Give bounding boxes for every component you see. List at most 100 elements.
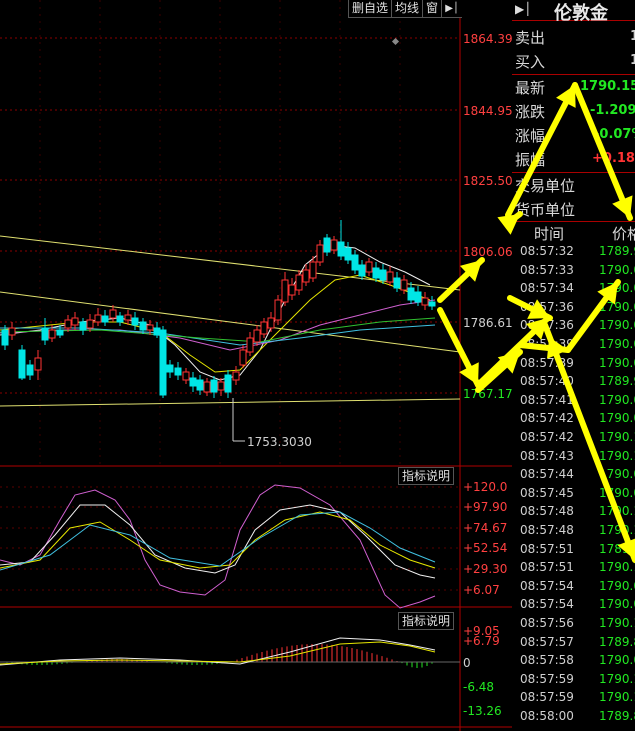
candle-body bbox=[26, 364, 34, 376]
indicator-help-button[interactable]: 指标说明 bbox=[398, 467, 455, 485]
tick-time: 08:57:56 bbox=[520, 616, 574, 630]
candle-body bbox=[166, 364, 174, 373]
tick-time: 08:57:32 bbox=[520, 244, 574, 258]
candle-body bbox=[393, 277, 401, 289]
tick-row: 08:57:36 1790.0 bbox=[512, 300, 635, 318]
tick-time: 08:57:57 bbox=[520, 634, 574, 649]
tick-row: 08:57:48 1790.1 bbox=[512, 523, 635, 541]
candle-body bbox=[330, 239, 338, 251]
tick-time: 08:58:00 bbox=[520, 709, 574, 723]
candle-body bbox=[159, 329, 167, 396]
candle-body bbox=[48, 329, 56, 339]
candle-body bbox=[386, 271, 394, 283]
tick-price: 1790.0 bbox=[599, 318, 635, 333]
tick-row: 08:57:32 1789.9 bbox=[512, 244, 635, 262]
candle-body bbox=[288, 284, 296, 296]
play-icon[interactable]: ▶│ bbox=[515, 2, 531, 16]
candle-body bbox=[414, 291, 422, 303]
candle-body bbox=[116, 315, 124, 323]
candle-body bbox=[281, 279, 289, 303]
macd-axis-label: -6.48 bbox=[463, 680, 495, 694]
candle-body bbox=[203, 381, 211, 393]
tick-time: 08:57:34 bbox=[520, 281, 574, 296]
delete-favorite-button[interactable]: 删自选 bbox=[348, 0, 392, 18]
last-price-label: 最新 bbox=[515, 79, 546, 97]
tick-price: 1790.1 bbox=[599, 690, 635, 705]
price-column-header: 价格 bbox=[612, 225, 635, 243]
tick-row: 08:57:54 1790.0 bbox=[512, 597, 635, 615]
tick-price: 1790.0 bbox=[599, 411, 635, 426]
moving-average-button[interactable]: 均线 bbox=[391, 0, 423, 18]
candle-body bbox=[274, 299, 282, 321]
tick-time: 08:57:44 bbox=[520, 467, 574, 482]
tick-time: 08:57:48 bbox=[520, 523, 574, 537]
tick-price: 1790.0 bbox=[599, 578, 635, 593]
tick-price: 1790.1 bbox=[599, 448, 635, 463]
window-button[interactable]: 窗 bbox=[422, 0, 442, 18]
tick-price: 1790.0 bbox=[599, 467, 635, 482]
tick-row: 08:57:59 1790.1 bbox=[512, 672, 635, 690]
macd-axis-label: +6.79 bbox=[463, 634, 500, 648]
tick-price: 1790.0 bbox=[599, 337, 635, 351]
tick-price: 1790.1 bbox=[599, 504, 635, 519]
tick-price: 1790.1 bbox=[599, 616, 635, 630]
candle-body bbox=[421, 297, 429, 306]
tick-row: 08:57:57 1789.8 bbox=[512, 635, 635, 653]
play-icon[interactable]: ▶│ bbox=[441, 0, 463, 18]
candle-body bbox=[217, 381, 225, 391]
tick-time: 08:57:59 bbox=[520, 690, 574, 705]
indicator-axis-label: +97.90 bbox=[463, 500, 508, 514]
sell-value: 1 bbox=[630, 29, 635, 44]
candle-body bbox=[153, 327, 161, 336]
candle-body bbox=[302, 269, 310, 283]
candle-body bbox=[344, 247, 352, 261]
tick-row: 08:57:39 1790.0 bbox=[512, 337, 635, 355]
tick-time: 08:57:51 bbox=[520, 560, 574, 575]
candle-body bbox=[196, 379, 204, 391]
tick-price: 1790.0 bbox=[599, 597, 635, 612]
candle-body bbox=[295, 274, 303, 291]
tick-time: 08:57:42 bbox=[520, 411, 574, 426]
tick-row: 08:57:45 1790.0 bbox=[512, 486, 635, 504]
indicator-axis-label: +6.07 bbox=[463, 583, 500, 597]
tick-row: 08:57:33 1790.0 bbox=[512, 263, 635, 281]
candle-body bbox=[351, 254, 359, 271]
candle-body bbox=[224, 374, 232, 393]
buy-value: 1 bbox=[630, 53, 635, 68]
indicator-help-button[interactable]: 指标说明 bbox=[398, 612, 455, 630]
tick-row: 08:57:59 1790.1 bbox=[512, 690, 635, 708]
candle-body bbox=[41, 327, 49, 341]
tick-time: 08:57:42 bbox=[520, 430, 574, 444]
candle-body bbox=[239, 349, 247, 366]
tick-price: 1790.1 bbox=[599, 430, 635, 444]
tick-price: 1790.1 bbox=[599, 671, 635, 686]
indicator-axis-label: +52.54 bbox=[463, 541, 508, 555]
candle-body bbox=[86, 319, 94, 329]
candle-body bbox=[372, 267, 380, 279]
tick-row: 08:57:42 1790.1 bbox=[512, 430, 635, 448]
candle-body bbox=[316, 244, 324, 263]
candle-body bbox=[323, 237, 331, 253]
tick-row: 08:57:42 1790.0 bbox=[512, 411, 635, 429]
amplitude-value: +0.18% bbox=[592, 151, 635, 166]
change-percent-label: 涨幅 bbox=[515, 127, 546, 145]
tick-time: 08:57:40 bbox=[520, 374, 574, 389]
candle-body bbox=[337, 241, 345, 257]
candle-body bbox=[64, 319, 72, 329]
tick-row: 08:57:44 1790.0 bbox=[512, 467, 635, 485]
time-column-header: 时间 bbox=[534, 225, 565, 243]
support-line bbox=[0, 398, 461, 407]
candle-body bbox=[71, 317, 79, 326]
tick-price: 1790.0 bbox=[599, 281, 635, 296]
candle-body bbox=[365, 261, 373, 273]
candle-body bbox=[260, 321, 268, 335]
candle-body bbox=[400, 279, 408, 291]
change-label: 涨跌 bbox=[515, 103, 546, 121]
tick-price: 1790.0 bbox=[599, 299, 635, 314]
tick-row: 08:57:58 1790.0 bbox=[512, 653, 635, 671]
candle-body bbox=[253, 329, 261, 343]
tick-row: 08:57:51 1790.1 bbox=[512, 560, 635, 578]
tick-price: 1789.8 bbox=[599, 634, 635, 649]
quote-title-bar: ▶│ 伦敦金 bbox=[512, 0, 635, 24]
candle-body bbox=[379, 269, 387, 281]
